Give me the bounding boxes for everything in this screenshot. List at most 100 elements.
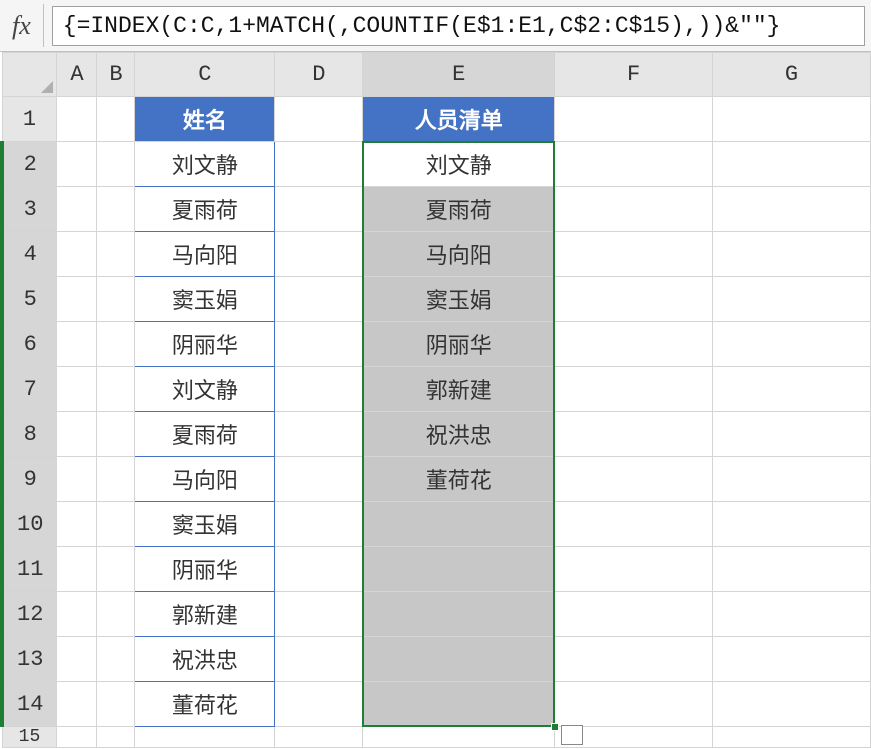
cell-D2[interactable] [275, 142, 363, 187]
cell-A2[interactable] [57, 142, 97, 187]
cell-D5[interactable] [275, 277, 363, 322]
cell-C10[interactable]: 窦玉娟 [135, 502, 275, 547]
cell-G5[interactable] [713, 277, 871, 322]
cell-F2[interactable] [555, 142, 713, 187]
cell-G7[interactable] [713, 367, 871, 412]
cell-C6[interactable]: 阴丽华 [135, 322, 275, 367]
cell-E5[interactable]: 窦玉娟 [363, 277, 555, 322]
cell-E4[interactable]: 马向阳 [363, 232, 555, 277]
cell-E12[interactable] [363, 592, 555, 637]
cell-G1[interactable] [713, 97, 871, 142]
cell-A14[interactable] [57, 682, 97, 727]
cell-D9[interactable] [275, 457, 363, 502]
cell-A3[interactable] [57, 187, 97, 232]
colhead-E[interactable]: E [363, 53, 555, 97]
rowhead-10[interactable]: 10 [2, 502, 57, 547]
cell-E3[interactable]: 夏雨荷 [363, 187, 555, 232]
cell-C5[interactable]: 窦玉娟 [135, 277, 275, 322]
cell-D1[interactable] [275, 97, 363, 142]
cell-C8[interactable]: 夏雨荷 [135, 412, 275, 457]
cell-A4[interactable] [57, 232, 97, 277]
cell-G9[interactable] [713, 457, 871, 502]
cell-F13[interactable] [555, 637, 713, 682]
colhead-A[interactable]: A [57, 53, 97, 97]
cell-A13[interactable] [57, 637, 97, 682]
cell-C2[interactable]: 刘文静 [135, 142, 275, 187]
colhead-B[interactable]: B [97, 53, 135, 97]
cell-G4[interactable] [713, 232, 871, 277]
colhead-D[interactable]: D [275, 53, 363, 97]
cell-A8[interactable] [57, 412, 97, 457]
cell-B9[interactable] [97, 457, 135, 502]
cell-G6[interactable] [713, 322, 871, 367]
cell-B7[interactable] [97, 367, 135, 412]
cell-D14[interactable] [275, 682, 363, 727]
paste-options-icon[interactable] [561, 725, 583, 745]
cell-F12[interactable] [555, 592, 713, 637]
cell-G3[interactable] [713, 187, 871, 232]
cell-B15[interactable] [97, 727, 135, 748]
cell-F11[interactable] [555, 547, 713, 592]
rowhead-5[interactable]: 5 [2, 277, 57, 322]
cell-B3[interactable] [97, 187, 135, 232]
cell-B5[interactable] [97, 277, 135, 322]
cell-B11[interactable] [97, 547, 135, 592]
rowhead-12[interactable]: 12 [2, 592, 57, 637]
cell-A11[interactable] [57, 547, 97, 592]
cell-G14[interactable] [713, 682, 871, 727]
cell-E1[interactable]: 人员清单 [363, 97, 555, 142]
cell-C11[interactable]: 阴丽华 [135, 547, 275, 592]
rowhead-6[interactable]: 6 [2, 322, 57, 367]
cell-B2[interactable] [97, 142, 135, 187]
cell-E8[interactable]: 祝洪忠 [363, 412, 555, 457]
rowhead-14[interactable]: 14 [2, 682, 57, 727]
cell-C4[interactable]: 马向阳 [135, 232, 275, 277]
cell-F5[interactable] [555, 277, 713, 322]
cell-F4[interactable] [555, 232, 713, 277]
cell-E2[interactable]: 刘文静 [363, 142, 555, 187]
cell-G15[interactable] [713, 727, 871, 748]
cell-F9[interactable] [555, 457, 713, 502]
cell-E7[interactable]: 郭新建 [363, 367, 555, 412]
cell-D7[interactable] [275, 367, 363, 412]
formula-input[interactable] [52, 6, 865, 46]
cell-D11[interactable] [275, 547, 363, 592]
cell-D13[interactable] [275, 637, 363, 682]
cell-G12[interactable] [713, 592, 871, 637]
cell-A5[interactable] [57, 277, 97, 322]
cell-D3[interactable] [275, 187, 363, 232]
cell-F7[interactable] [555, 367, 713, 412]
cell-B6[interactable] [97, 322, 135, 367]
cell-F10[interactable] [555, 502, 713, 547]
cell-B8[interactable] [97, 412, 135, 457]
cell-D15[interactable] [275, 727, 363, 748]
rowhead-13[interactable]: 13 [2, 637, 57, 682]
rowhead-9[interactable]: 9 [2, 457, 57, 502]
cell-B12[interactable] [97, 592, 135, 637]
cell-C7[interactable]: 刘文静 [135, 367, 275, 412]
cell-A7[interactable] [57, 367, 97, 412]
cell-B14[interactable] [97, 682, 135, 727]
cell-E15[interactable] [363, 727, 555, 748]
cell-G10[interactable] [713, 502, 871, 547]
cell-A10[interactable] [57, 502, 97, 547]
cell-F14[interactable] [555, 682, 713, 727]
rowhead-2[interactable]: 2 [2, 142, 57, 187]
cell-B4[interactable] [97, 232, 135, 277]
cell-D10[interactable] [275, 502, 363, 547]
cell-F8[interactable] [555, 412, 713, 457]
cell-F1[interactable] [555, 97, 713, 142]
cell-E13[interactable] [363, 637, 555, 682]
cell-A15[interactable] [57, 727, 97, 748]
cell-A9[interactable] [57, 457, 97, 502]
cell-F6[interactable] [555, 322, 713, 367]
cell-C9[interactable]: 马向阳 [135, 457, 275, 502]
cell-B1[interactable] [97, 97, 135, 142]
colhead-F[interactable]: F [555, 53, 713, 97]
rowhead-7[interactable]: 7 [2, 367, 57, 412]
cell-D6[interactable] [275, 322, 363, 367]
cell-E11[interactable] [363, 547, 555, 592]
colhead-G[interactable]: G [713, 53, 871, 97]
rowhead-8[interactable]: 8 [2, 412, 57, 457]
cell-C14[interactable]: 董荷花 [135, 682, 275, 727]
